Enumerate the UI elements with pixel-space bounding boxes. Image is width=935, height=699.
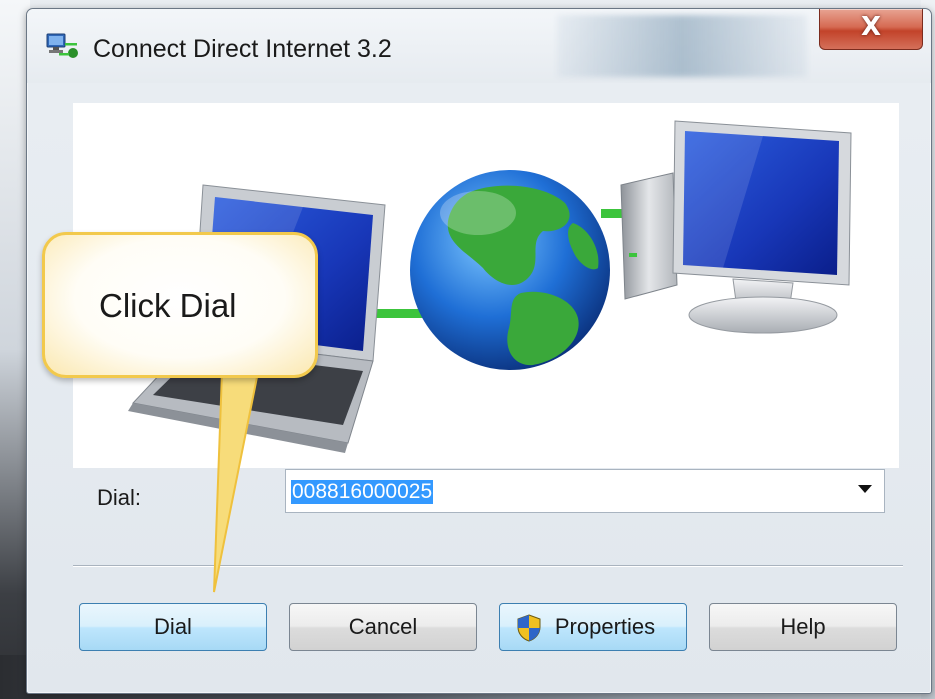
properties-button[interactable]: Properties (499, 603, 687, 651)
help-button[interactable]: Help (709, 603, 897, 651)
window-title: Connect Direct Internet 3.2 (93, 35, 392, 63)
uac-shield-icon (517, 614, 541, 642)
properties-button-label: Properties (554, 614, 656, 639)
close-button[interactable]: X (819, 9, 923, 50)
cancel-button-label: Cancel (348, 614, 418, 639)
desktop-computer-icon (620, 120, 852, 334)
title-bar[interactable]: Connect Direct Internet 3.2 X (27, 9, 931, 83)
dial-number-combobox[interactable]: 008816000025 (285, 469, 885, 513)
dial-button-label: Dial (154, 614, 192, 639)
cancel-button[interactable]: Cancel (289, 603, 477, 651)
separator (73, 565, 903, 567)
close-icon: X (860, 12, 882, 42)
title-bar-glass (557, 15, 807, 77)
globe-icon (410, 170, 610, 370)
dial-number-value[interactable]: 008816000025 (291, 480, 434, 504)
dropdown-arrow-icon[interactable] (858, 485, 872, 493)
dial-button[interactable]: Dial (79, 603, 267, 651)
help-button-label: Help (780, 614, 826, 639)
callout-text: Click Dial (99, 287, 237, 324)
dial-label: Dial: (97, 485, 142, 510)
network-connection-icon (46, 33, 78, 58)
instruction-callout: Click Dial (42, 232, 318, 378)
